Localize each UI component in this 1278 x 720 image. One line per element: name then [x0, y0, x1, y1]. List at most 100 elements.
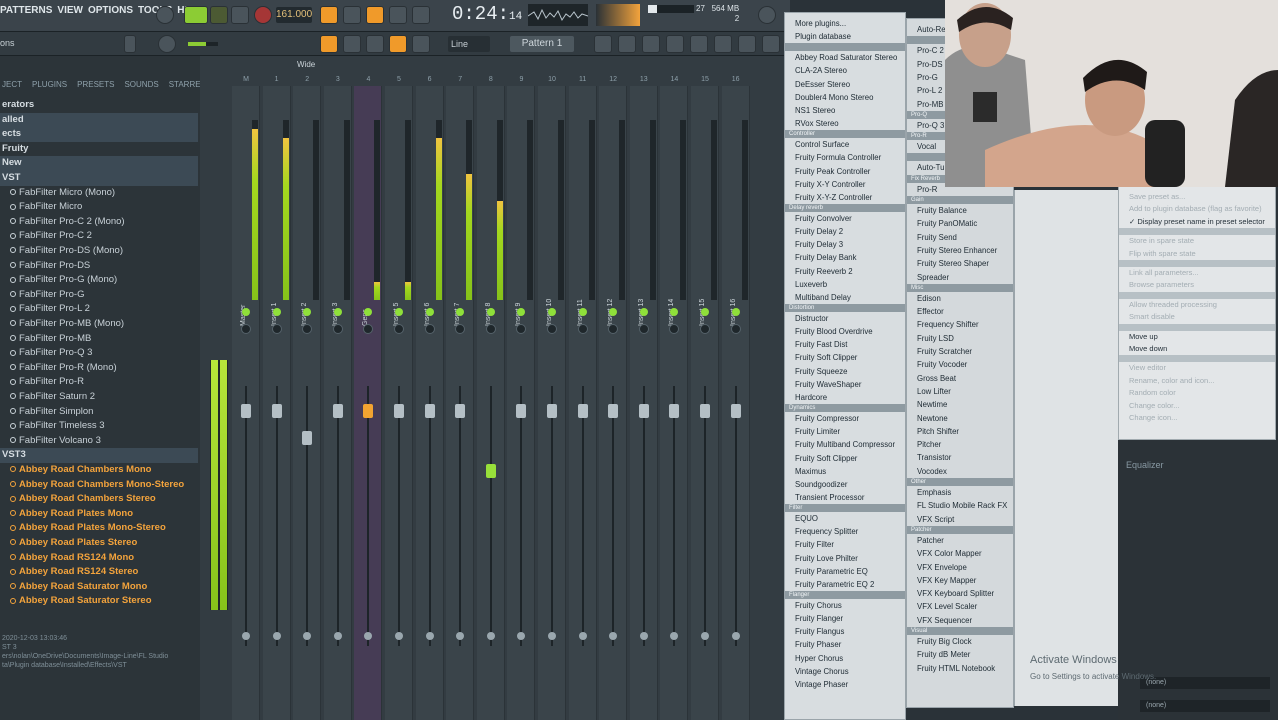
- volume-fader[interactable]: [302, 431, 313, 445]
- menu-item[interactable]: VFX Sequencer: [907, 614, 1013, 627]
- menu-item[interactable]: RVox Stereo: [785, 117, 905, 130]
- strip-led[interactable]: [242, 308, 250, 316]
- menu-item[interactable]: Emphasis: [907, 486, 1013, 499]
- notes-icon[interactable]: [714, 35, 732, 53]
- browser-folder[interactable]: erators: [0, 98, 198, 113]
- menu-item[interactable]: Vintage Chorus: [785, 665, 905, 678]
- menu-item[interactable]: VFX Level Scaler: [907, 600, 1013, 613]
- menu-item[interactable]: Gross Beat: [907, 372, 1013, 385]
- pan-knob[interactable]: [485, 324, 496, 334]
- menu-item[interactable]: Abbey Road Saturator Stereo: [785, 51, 905, 64]
- menu-patterns[interactable]: PATTERNS: [0, 5, 52, 16]
- route-knob[interactable]: [731, 632, 740, 640]
- master-pitch-slider[interactable]: [188, 42, 218, 46]
- playlist-icon[interactable]: [594, 35, 612, 53]
- browser-plugin-item[interactable]: Abbey Road Plates Mono: [0, 507, 198, 522]
- pattern-selector[interactable]: Pattern 1: [510, 36, 574, 52]
- browser-plugin-item[interactable]: Abbey Road Plates Stereo: [0, 536, 198, 551]
- menu-item[interactable]: Newtone: [907, 412, 1013, 425]
- volume-fader[interactable]: [271, 404, 282, 418]
- menu-item[interactable]: Change color...: [1119, 400, 1275, 412]
- menu-item[interactable]: Fruity Vocoder: [907, 358, 1013, 371]
- menu-item[interactable]: Fruity Formula Controller: [785, 151, 905, 164]
- pan-knob[interactable]: [424, 324, 435, 334]
- browser-plugin-item[interactable]: Abbey Road Chambers Mono: [0, 463, 198, 478]
- menu-item[interactable]: Control Surface: [785, 138, 905, 151]
- browser-plugin-item[interactable]: FabFilter Timeless 3: [0, 419, 198, 434]
- menu-item[interactable]: CLA-2A Stereo: [785, 64, 905, 77]
- mixer-strip[interactable]: 16 Insert 16: [721, 76, 750, 720]
- slot-none-2[interactable]: (none): [1140, 700, 1270, 712]
- route-knob[interactable]: [701, 632, 709, 640]
- menu-item[interactable]: Fruity Delay 2: [785, 225, 905, 238]
- browser-plugin-item[interactable]: Abbey Road Chambers Stereo: [0, 492, 198, 507]
- browser-plugin-item[interactable]: FabFilter Pro-R (Mono): [0, 361, 198, 376]
- tempo-display[interactable]: 161.000: [276, 7, 312, 23]
- brush-icon[interactable]: [366, 35, 384, 53]
- menu-item[interactable]: Fruity Peak Controller: [785, 165, 905, 178]
- mixer-strip[interactable]: M Master: [232, 76, 260, 720]
- stop-button[interactable]: [231, 6, 249, 24]
- menu-item[interactable]: Effector: [907, 305, 1013, 318]
- route-knob[interactable]: [609, 632, 618, 640]
- menu-item[interactable]: Spreader: [907, 271, 1013, 284]
- mixer-strip[interactable]: 12 Insert 12: [599, 76, 628, 720]
- route-knob[interactable]: [242, 632, 250, 640]
- menu-item[interactable]: Allow threaded processing: [1119, 299, 1275, 311]
- browser-folder[interactable]: alled: [0, 112, 198, 128]
- menu-item[interactable]: Fruity Soft Clipper: [785, 452, 905, 465]
- volume-fader[interactable]: [730, 404, 741, 418]
- master-pitch-knob[interactable]: [158, 35, 176, 53]
- menu-item[interactable]: Fruity Phaser: [785, 638, 905, 651]
- pan-knob[interactable]: [638, 324, 649, 334]
- route-knob[interactable]: [364, 632, 373, 640]
- pan-knob[interactable]: [455, 324, 466, 334]
- wait-input-button[interactable]: [343, 6, 361, 24]
- volume-fader[interactable]: [332, 404, 343, 418]
- strip-led[interactable]: [548, 308, 556, 316]
- strip-led[interactable]: [272, 308, 281, 316]
- menu-item[interactable]: Fruity Multiband Compressor: [785, 438, 905, 451]
- pan-knob[interactable]: [241, 324, 251, 334]
- pan-knob[interactable]: [394, 324, 404, 334]
- menu-item[interactable]: Fruity Compressor: [785, 412, 905, 425]
- browser-plugin-item[interactable]: Abbey Road Chambers Mono-Stereo: [0, 478, 198, 493]
- browser-plugin-item[interactable]: Abbey Road Saturator Stereo: [0, 594, 198, 609]
- menu-item[interactable]: Transient Processor: [785, 491, 905, 504]
- pan-knob[interactable]: [608, 324, 619, 334]
- pan-knob[interactable]: [547, 324, 557, 334]
- menu-item[interactable]: Distructor: [785, 312, 905, 325]
- menu-item[interactable]: Change icon...: [1119, 412, 1275, 424]
- volume-fader[interactable]: [547, 404, 557, 418]
- menu-item[interactable]: Fruity Fast Dist: [785, 338, 905, 351]
- route-knob[interactable]: [639, 632, 648, 640]
- menu-item[interactable]: Fruity Stereo Shaper: [907, 257, 1013, 270]
- arrow-right-icon[interactable]: [343, 35, 361, 53]
- mixer-strip[interactable]: 7 Insert 7: [446, 76, 475, 720]
- menu-item[interactable]: Fruity Parametric EQ 2: [785, 578, 905, 591]
- menu-item[interactable]: Move down: [1119, 343, 1275, 355]
- menu-item[interactable]: Fruity Parametric EQ: [785, 565, 905, 578]
- strip-led[interactable]: [701, 308, 709, 316]
- menu-item[interactable]: Fruity Balance: [907, 204, 1013, 217]
- snap-icon[interactable]: [320, 35, 338, 53]
- menu-item[interactable]: Flip with spare state: [1119, 248, 1275, 260]
- strip-led[interactable]: [395, 308, 403, 316]
- browser-plugin-item[interactable]: FabFilter Pro-MB: [0, 332, 198, 347]
- browser-plugin-item[interactable]: FabFilter Pro-G: [0, 288, 198, 303]
- menu-item[interactable]: VFX Key Mapper: [907, 574, 1013, 587]
- menu-item[interactable]: Fruity PanOMatic: [907, 217, 1013, 230]
- strip-led[interactable]: [333, 308, 342, 316]
- pan-knob[interactable]: [669, 324, 680, 334]
- mixer-strip[interactable]: 11 Insert 11: [568, 76, 597, 720]
- pan-knob[interactable]: [363, 324, 374, 334]
- browser-plugin-item[interactable]: FabFilter Saturn 2: [0, 390, 198, 405]
- mixer-strip[interactable]: 10 Insert 10: [538, 76, 566, 720]
- piano-roll-icon[interactable]: [618, 35, 636, 53]
- volume-fader[interactable]: [363, 404, 374, 418]
- menu-item[interactable]: Link all parameters...: [1119, 267, 1275, 279]
- mixer-strip[interactable]: 13 Insert 13: [629, 76, 658, 720]
- route-knob[interactable]: [272, 632, 281, 640]
- link-icon[interactable]: [389, 35, 407, 53]
- menu-item[interactable]: FL Studio Mobile Rack FX: [907, 499, 1013, 512]
